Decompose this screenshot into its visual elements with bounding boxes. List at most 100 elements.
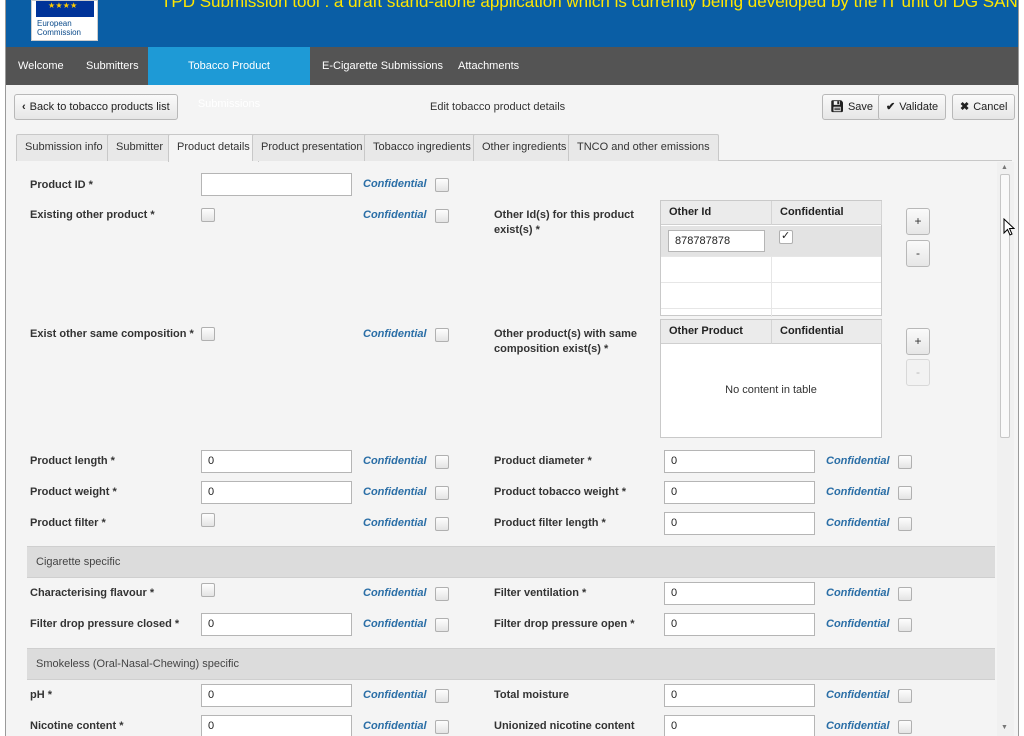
- product-diameter-label: Product diameter *: [494, 455, 592, 467]
- nav-attachments[interactable]: Attachments: [446, 47, 531, 85]
- product-filter-length-label: Product filter length *: [494, 517, 606, 529]
- nav-welcome[interactable]: Welcome: [6, 47, 76, 85]
- nav-tobacco-product-submissions[interactable]: Tobacco Product Submissions: [148, 47, 310, 110]
- filter-ventilation-label: Filter ventilation *: [494, 587, 587, 599]
- product-filter-checkbox[interactable]: [201, 513, 215, 527]
- table-header: Other Id Confidential: [661, 201, 882, 225]
- product-weight-input[interactable]: 0: [201, 481, 352, 504]
- european-commission-logo: ★ ★ ★ ★ European Commission: [31, 0, 98, 41]
- filter-drop-pressure-open-label: Filter drop pressure open *: [494, 618, 635, 630]
- exist-other-same-composition-checkbox[interactable]: [201, 327, 215, 341]
- tab-tnco-emissions[interactable]: TNCO and other emissions: [568, 134, 719, 161]
- unionized-nicotine-confidential-checkbox[interactable]: [898, 720, 912, 734]
- product-diameter-confidential-checkbox[interactable]: [898, 455, 912, 469]
- product-diameter-input[interactable]: 0: [664, 450, 815, 473]
- filter-drop-pressure-closed-input[interactable]: 0: [201, 613, 352, 636]
- add-other-product-button[interactable]: +: [906, 328, 930, 355]
- other-ids-label: Other Id(s) for this product exist(s) *: [494, 209, 634, 236]
- other-id-confidential-checkbox[interactable]: ✓: [779, 230, 793, 244]
- eu-flag-icon: ★ ★ ★ ★: [36, 1, 94, 17]
- characterising-flavour-confidential-checkbox[interactable]: [435, 587, 449, 601]
- vertical-scrollbar[interactable]: ▲ ▼: [997, 162, 1014, 736]
- other-ids-table: Other Id Confidential 878787878 ✓: [660, 200, 882, 317]
- product-id-input[interactable]: [201, 173, 352, 196]
- confidential-label: Confidential: [363, 486, 427, 498]
- form-content: Product ID * Confidential Existing other…: [21, 162, 995, 736]
- confidential-label: Confidential: [826, 517, 890, 529]
- total-moisture-input[interactable]: 0: [664, 684, 815, 707]
- banner: TPD Submission tool : a draft stand-alon…: [6, 0, 1018, 47]
- validate-button[interactable]: ✔ Validate: [878, 94, 947, 120]
- existing-other-product-checkbox[interactable]: [201, 208, 215, 222]
- product-id-confidential-checkbox[interactable]: [435, 178, 449, 192]
- characterising-flavour-checkbox[interactable]: [201, 583, 215, 597]
- tab-submission-info[interactable]: Submission info: [16, 134, 112, 161]
- nicotine-content-input[interactable]: 0: [201, 715, 352, 736]
- total-moisture-label: Total moisture: [494, 689, 569, 701]
- tab-tobacco-ingredients[interactable]: Tobacco ingredients: [364, 134, 480, 161]
- add-other-id-button[interactable]: +: [906, 208, 930, 235]
- floppy-disk-icon: 💾︎: [830, 101, 844, 113]
- tab-bar: Submission info Submitter Product detail…: [16, 134, 1012, 162]
- nicotine-content-confidential-checkbox[interactable]: [435, 720, 449, 734]
- product-filter-length-input[interactable]: 0: [664, 512, 815, 535]
- filter-ventilation-confidential-checkbox[interactable]: [898, 587, 912, 601]
- cigarette-specific-section-header: Cigarette specific: [27, 546, 995, 578]
- back-to-list-button[interactable]: ‹ Back to tobacco products list: [14, 94, 178, 120]
- product-tobacco-weight-input[interactable]: 0: [664, 481, 815, 504]
- ph-label: pH *: [30, 689, 52, 701]
- other-products-table: Other Product Confidential No content in…: [660, 319, 882, 438]
- product-filter-length-confidential-checkbox[interactable]: [898, 517, 912, 531]
- product-tobacco-weight-confidential-checkbox[interactable]: [898, 486, 912, 500]
- tab-product-details[interactable]: Product details: [168, 134, 259, 162]
- empty-table-message: No content in table: [725, 384, 817, 396]
- other-id-input[interactable]: 878787878: [668, 230, 765, 252]
- product-length-confidential-checkbox[interactable]: [435, 455, 449, 469]
- nav-submitters[interactable]: Submitters: [74, 47, 151, 85]
- mouse-cursor-icon: [1003, 218, 1015, 236]
- save-label: Save: [847, 101, 874, 113]
- confidential-label: Confidential: [826, 618, 890, 630]
- tab-other-ingredients[interactable]: Other ingredients: [473, 134, 576, 161]
- nav-e-cigarette-submissions[interactable]: E-Cigarette Submissions: [310, 47, 455, 85]
- exist-other-same-composition-label: Exist other same composition *: [30, 328, 194, 340]
- confidential-label: Confidential: [826, 689, 890, 701]
- product-length-input[interactable]: 0: [201, 450, 352, 473]
- filter-drop-pressure-open-input[interactable]: 0: [664, 613, 815, 636]
- scroll-down-icon[interactable]: ▼: [1001, 724, 1008, 731]
- filter-ventilation-input[interactable]: 0: [664, 582, 815, 605]
- existing-other-product-label: Existing other product *: [30, 209, 155, 221]
- save-button[interactable]: 💾︎ Save: [822, 94, 882, 120]
- remove-other-id-button[interactable]: -: [906, 240, 930, 267]
- characterising-flavour-label: Characterising flavour *: [30, 587, 155, 599]
- chevron-left-icon: ‹: [22, 101, 26, 113]
- confidential-label: Confidential: [826, 455, 890, 467]
- total-moisture-confidential-checkbox[interactable]: [898, 689, 912, 703]
- tab-submitter[interactable]: Submitter: [107, 134, 173, 161]
- unionized-nicotine-content-input[interactable]: 0: [664, 715, 815, 736]
- product-weight-confidential-checkbox[interactable]: [435, 486, 449, 500]
- confidential-label: Confidential: [826, 720, 890, 732]
- cancel-label: Cancel: [973, 101, 1008, 113]
- column-header-other-id: Other Id: [661, 201, 772, 225]
- tab-product-presentation[interactable]: Product presentation: [252, 134, 372, 161]
- product-filter-confidential-checkbox[interactable]: [435, 517, 449, 531]
- product-weight-label: Product weight *: [30, 486, 117, 498]
- column-header-confidential: Confidential: [772, 320, 882, 344]
- unionized-nicotine-content-label: Unionized nicotine content: [494, 720, 635, 732]
- existing-other-product-confidential-checkbox[interactable]: [435, 209, 449, 223]
- table-row[interactable]: 878787878 ✓: [661, 226, 881, 257]
- confidential-label: Confidential: [363, 455, 427, 467]
- ph-confidential-checkbox[interactable]: [435, 689, 449, 703]
- remove-other-product-button: -: [906, 359, 930, 386]
- cancel-button[interactable]: ✖ Cancel: [952, 94, 1016, 120]
- filter-drop-pressure-closed-confidential-checkbox[interactable]: [435, 618, 449, 632]
- column-divider: [771, 257, 772, 317]
- logo-text: European Commission: [37, 19, 82, 37]
- same-composition-confidential-checkbox[interactable]: [435, 328, 449, 342]
- scroll-up-icon[interactable]: ▲: [1001, 164, 1008, 171]
- page-title: Edit tobacco product details: [430, 101, 566, 113]
- ph-input[interactable]: 0: [201, 684, 352, 707]
- filter-drop-pressure-open-confidential-checkbox[interactable]: [898, 618, 912, 632]
- scrollbar-thumb[interactable]: [1000, 174, 1010, 438]
